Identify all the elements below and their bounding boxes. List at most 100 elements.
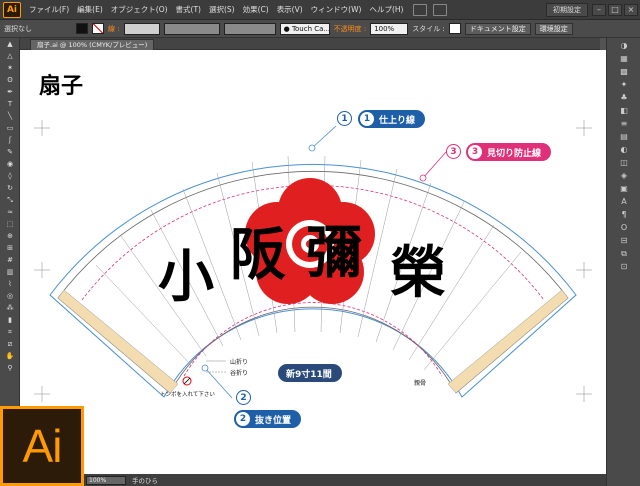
opentype-panel-icon[interactable]: O <box>613 222 635 233</box>
eyedropper-tool-icon[interactable]: ⌇ <box>3 279 17 290</box>
rotate-tool-icon[interactable]: ↻ <box>3 183 17 194</box>
panel-dock: ◑ ▦ ▩ ✦ ♣ ◧ ≡ ▤ ◐ ◫ ◈ ▣ A ¶ O ⊟ ⧉ ⊡ <box>606 38 640 486</box>
gradient-tool-icon[interactable]: ▥ <box>3 267 17 278</box>
maximize-icon[interactable]: □ <box>608 3 622 16</box>
color-guide-panel-icon[interactable]: ▦ <box>613 53 635 64</box>
width-tool-icon[interactable]: ≈ <box>3 207 17 218</box>
document-tab-bar: 扇子.ai @ 100% (CMYK/プレビュー) <box>20 38 600 50</box>
bridge-icon[interactable] <box>413 3 428 16</box>
arrange-documents-icon[interactable] <box>433 3 448 16</box>
callout-2-text: 抜き位置 <box>255 415 292 426</box>
status-bar: 100% 手のひら <box>20 474 606 486</box>
column-graph-tool-icon[interactable]: ▮ <box>3 315 17 326</box>
callout-1-text: 仕上り線 <box>379 115 416 126</box>
scale-tool-icon[interactable]: ⤡ <box>3 195 17 206</box>
illustrator-window: Ai ファイル(F) 編集(E) オブジェクト(O) 書式(T) 選択(S) 効… <box>0 0 640 486</box>
calligraphy-char-2: 阪 <box>230 222 286 288</box>
menu-object[interactable]: オブジェクト(O) <box>107 4 172 15</box>
right-end-band <box>447 289 569 394</box>
character-panel-icon[interactable]: A <box>613 196 635 207</box>
menu-window[interactable]: ウィンドウ(W) <box>307 4 366 15</box>
perspective-grid-tool-icon[interactable]: ⊞ <box>3 243 17 254</box>
swatches-panel-icon[interactable]: ▩ <box>613 66 635 77</box>
menu-effect[interactable]: 効果(C) <box>239 4 273 15</box>
symbols-panel-icon[interactable]: ♣ <box>613 92 635 103</box>
close-icon[interactable]: × <box>624 3 638 16</box>
opacity-field[interactable]: 100% <box>370 22 409 35</box>
mesh-tool-icon[interactable]: # <box>3 255 17 266</box>
artboard-tool-icon[interactable]: ⌗ <box>3 327 17 338</box>
mountain-fold-label: 山折り <box>230 359 249 366</box>
selection-tool-icon[interactable]: ▲ <box>3 39 17 50</box>
brush-select[interactable]: ● Touch Ca... <box>279 22 330 35</box>
pencil-tool-icon[interactable]: ✎ <box>3 147 17 158</box>
magic-wand-tool-icon[interactable]: ✶ <box>3 63 17 74</box>
transform-panel-icon[interactable]: ⊡ <box>613 261 635 272</box>
stroke-label: 線 : <box>108 24 120 33</box>
color-panel-icon[interactable]: ◑ <box>613 40 635 51</box>
gradient-panel-icon[interactable]: ▤ <box>613 131 635 142</box>
callout-2-marker: 2 <box>236 390 251 405</box>
artboard-canvas[interactable]: 扇子 小 阪 彌 榮 山折り 谷折り 新9寸11間 トンボを入れて下さい 親骨 … <box>20 50 606 474</box>
menu-select[interactable]: 選択(S) <box>205 4 239 15</box>
minimize-icon[interactable]: – <box>592 3 606 16</box>
variable-width-profile[interactable] <box>163 22 220 35</box>
artboards-panel-icon[interactable]: ▣ <box>613 183 635 194</box>
document-tab[interactable]: 扇子.ai @ 100% (CMYK/プレビュー) <box>30 39 155 50</box>
pen-tool-icon[interactable]: ✒ <box>3 87 17 98</box>
tombo-instruction: トンボを入れて下さい <box>160 392 215 398</box>
callout-2-number: 2 <box>236 412 250 426</box>
valley-fold-label: 谷折り <box>230 370 249 377</box>
workspace-switcher[interactable]: 初期設定 <box>546 2 588 17</box>
current-tool-status: 手のひら <box>132 477 158 485</box>
line-tool-icon[interactable]: ╲ <box>3 111 17 122</box>
slice-tool-icon[interactable]: ⧄ <box>3 339 17 350</box>
selection-status: 選択なし <box>4 24 32 33</box>
layers-panel-icon[interactable]: ◈ <box>613 170 635 181</box>
control-bar: 選択なし 線 : ● Touch Ca... 不透明度 : 100% スタイル … <box>0 20 640 38</box>
type-tool-icon[interactable]: T <box>3 99 17 110</box>
transparency-panel-icon[interactable]: ◐ <box>613 144 635 155</box>
hand-tool-icon[interactable]: ✋ <box>3 351 17 362</box>
preferences-button[interactable]: 環境設定 <box>534 22 573 35</box>
fill-swatch[interactable] <box>76 23 88 34</box>
menu-edit[interactable]: 編集(E) <box>73 4 107 15</box>
paintbrush-tool-icon[interactable]: ʃ <box>3 135 17 146</box>
blend-tool-icon[interactable]: ◎ <box>3 291 17 302</box>
callout-1-number: 1 <box>360 112 374 126</box>
align-panel-icon[interactable]: ⊟ <box>613 235 635 246</box>
graphic-styles-panel-icon[interactable]: ◧ <box>613 105 635 116</box>
blob-brush-tool-icon[interactable]: ◉ <box>3 159 17 170</box>
brush-definition[interactable] <box>223 22 276 35</box>
callout-1-badge: 1 仕上り線 <box>358 110 426 128</box>
shape-builder-tool-icon[interactable]: ⊕ <box>3 231 17 242</box>
appearance-panel-icon[interactable]: ◫ <box>613 157 635 168</box>
free-transform-tool-icon[interactable]: ⬚ <box>3 219 17 230</box>
paragraph-panel-icon[interactable]: ¶ <box>613 209 635 220</box>
document-setup-button[interactable]: ドキュメント設定 <box>464 22 531 35</box>
direct-selection-tool-icon[interactable]: △ <box>3 51 17 62</box>
stroke-swatch[interactable] <box>92 23 104 34</box>
eraser-tool-icon[interactable]: ◊ <box>3 171 17 182</box>
brushes-panel-icon[interactable]: ✦ <box>613 79 635 90</box>
illustrator-logo: Ai <box>0 406 84 486</box>
zoom-field[interactable]: 100% <box>86 475 126 485</box>
graphic-style-swatch[interactable] <box>448 23 461 34</box>
callout-3-text: 見切り防止線 <box>487 148 542 159</box>
stroke-panel-icon[interactable]: ≡ <box>613 118 635 129</box>
callout-3-marker: 3 <box>446 144 461 159</box>
lasso-tool-icon[interactable]: ʘ <box>3 75 17 86</box>
menu-bar: Ai ファイル(F) 編集(E) オブジェクト(O) 書式(T) 選択(S) 効… <box>0 0 640 20</box>
pathfinder-panel-icon[interactable]: ⧉ <box>613 248 635 259</box>
size-badge: 新9寸11間 <box>278 364 342 382</box>
style-label: スタイル : <box>412 24 445 33</box>
stroke-weight-field[interactable] <box>123 22 160 35</box>
menu-view[interactable]: 表示(V) <box>273 4 307 15</box>
menu-file[interactable]: ファイル(F) <box>25 4 73 15</box>
menu-type[interactable]: 書式(T) <box>172 4 205 15</box>
symbol-sprayer-tool-icon[interactable]: ⁂ <box>3 303 17 314</box>
menu-help[interactable]: ヘルプ(H) <box>365 4 407 15</box>
zoom-tool-icon[interactable]: ⚲ <box>3 363 17 374</box>
rectangle-tool-icon[interactable]: ▭ <box>3 123 17 134</box>
callout-3-badge: 3 見切り防止線 <box>466 143 552 161</box>
